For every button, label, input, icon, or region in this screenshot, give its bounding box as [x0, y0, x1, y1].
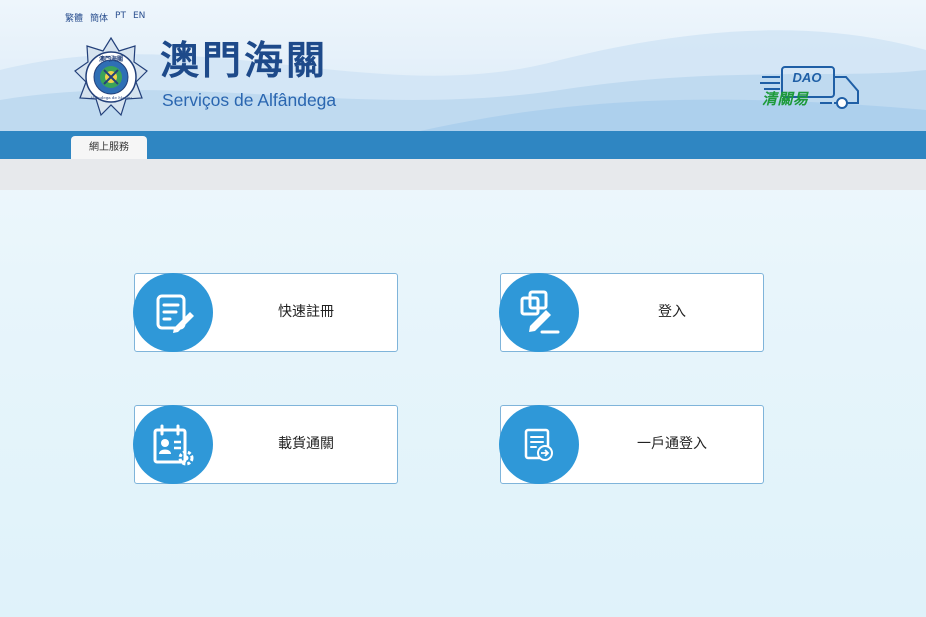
emblem-text: 澳門海關	[99, 55, 123, 63]
card-label: 載貨通關	[278, 436, 334, 452]
cargo-clearance-icon	[153, 424, 194, 465]
login-card[interactable]: 登入	[499, 273, 764, 352]
tab-online-services[interactable]: 網上服務	[71, 136, 147, 159]
card-icon-circle	[499, 405, 579, 484]
card-icon-circle	[499, 273, 579, 352]
site-header: 繁體 簡体 PT EN 澳門海關 Alfândega de Macau 澳門海關…	[0, 0, 926, 131]
brand-name-chinese: 澳門海關	[160, 38, 329, 84]
emblem-ring-text: Alfândega de Macau	[89, 95, 132, 100]
card-icon-circle	[133, 405, 213, 484]
quick-register-card[interactable]: 快速註冊	[133, 273, 398, 352]
account-login-icon	[524, 428, 553, 461]
edit-document-icon	[156, 294, 194, 333]
card-label: 登入	[658, 304, 686, 320]
sub-nav-bar	[0, 159, 926, 190]
main-nav-bar: 網上服務	[0, 131, 926, 159]
lang-simplified[interactable]: 簡体	[90, 11, 108, 24]
login-pen-icon	[520, 290, 560, 333]
language-switcher: 繁體 簡体 PT EN	[65, 11, 145, 24]
account-login-card[interactable]: 一戶通登入	[499, 405, 764, 484]
dao-label: DAO	[792, 70, 822, 85]
customs-emblem-logo[interactable]: 澳門海關 Alfândega de Macau	[74, 37, 148, 117]
lang-traditional[interactable]: 繁體	[65, 11, 83, 24]
cargo-clearance-card[interactable]: 載貨通關	[133, 405, 398, 484]
brand-name-portuguese: Serviços de Alfândega	[162, 90, 337, 110]
dao-chinese-text: 清關易	[762, 90, 809, 108]
lang-english[interactable]: EN	[133, 11, 145, 24]
card-label: 快速註冊	[278, 304, 334, 320]
card-icon-circle	[133, 273, 213, 352]
card-label: 一戶通登入	[637, 436, 707, 452]
lang-portuguese[interactable]: PT	[115, 11, 126, 24]
